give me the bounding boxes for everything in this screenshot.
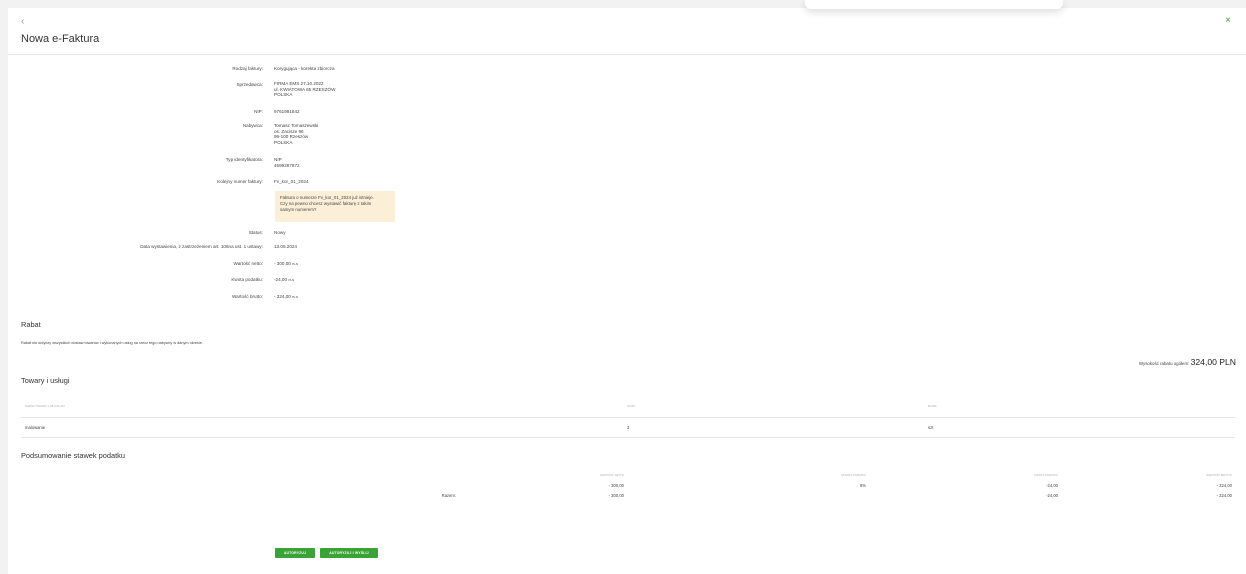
tax-sum-gross: - 324,00 — [1216, 493, 1232, 498]
label-status: Status: — [248, 230, 263, 235]
tax-summary-title: Podsumowanie stawek podatku — [21, 451, 125, 460]
col-header-rate: STAWKA PODATKU — [841, 474, 866, 477]
warning-line: samym numerem? — [280, 207, 317, 212]
tax-row-tax: -24,00 — [1046, 483, 1058, 488]
currency-label: PLN — [292, 262, 298, 266]
buyer-line: POLSKA — [274, 139, 293, 145]
id-type-line: 4599287872 — [274, 162, 300, 168]
label-gross-value: Wartość brutto: — [232, 294, 263, 299]
label-net-value: Wartość netto: — [233, 261, 263, 266]
label-invoice-number: Kolejny numer faktury: — [217, 179, 263, 184]
label-id-type: Typ identyfikatora: — [225, 157, 263, 162]
nip-value: 9761991842 — [274, 109, 300, 114]
rabat-section-title: Rabat — [21, 320, 41, 329]
net-value: - 300,00 PLN — [274, 261, 298, 268]
buyer-line: Tomasz Tomaszewski — [274, 123, 319, 128]
goods-section-title: Towary i usługi — [21, 376, 70, 385]
label-invoice-type: Rodzaj faktury: — [232, 66, 263, 71]
tax-amount: -24,00 — [274, 277, 288, 282]
tax-sum-net: - 300,00 — [608, 493, 624, 498]
col-header-gross: WARTOŚĆ BRUTTO — [1206, 474, 1232, 477]
currency-label: PLN — [288, 278, 295, 282]
invoice-type-value: Korygująca - korekta zbiorcza — [274, 66, 335, 71]
tax-value: -24,00 PLN — [274, 277, 294, 284]
table-divider — [21, 437, 1235, 438]
seller-line: POLSKA — [274, 92, 293, 98]
label-tax-amount: Kwota podatku: — [231, 277, 263, 282]
gross-amount: - 324,00 — [274, 294, 291, 299]
rabat-total: Wysokość rabatu ogółem: 324,00 PLN — [1139, 357, 1236, 367]
table-divider — [21, 417, 1235, 418]
tax-row-rate: 8% — [859, 483, 866, 488]
buyer-value: Tomasz Tomaszewski os. Zacisze 96 99-100… — [274, 123, 318, 145]
invoice-number-value: Fv_kor_01_2024 — [274, 179, 309, 184]
goods-name-cell: malowanie — [25, 425, 46, 430]
main-card — [8, 8, 1246, 574]
dropdown-shadow — [805, 0, 1063, 9]
gross-value: - 324,00 PLN — [274, 294, 298, 301]
tax-row-net: - 300,00 — [608, 483, 624, 488]
tax-sum-label: Razem: — [441, 493, 456, 498]
label-buyer: Nabywca: — [242, 123, 263, 128]
net-amount: - 300,00 — [274, 261, 291, 266]
authorize-button[interactable]: AUTORYZUJ — [275, 548, 315, 558]
tax-sum-tax: -24,00 — [1046, 493, 1058, 498]
col-header-name: NAZWA TOWARU LUB USŁUGI — [25, 405, 65, 408]
rabat-note: Rabat nie dotyczy wszystkich dostaw towa… — [21, 341, 203, 345]
issue-date-value: 13.05.2024 — [274, 244, 297, 249]
back-icon[interactable]: ‹ — [21, 17, 24, 27]
close-icon[interactable]: × — [1225, 16, 1231, 26]
label-nip: NIP: — [254, 109, 263, 114]
rabat-total-label: Wysokość rabatu ogółem: — [1138, 361, 1190, 366]
tax-row-gross: - 324,00 — [1216, 483, 1232, 488]
id-type-value: NIP 4599287872 — [274, 157, 300, 168]
col-header-tax: KWOTA PODATKU — [1034, 474, 1058, 477]
label-seller: Sprzedawca: — [236, 82, 263, 87]
status-value: Nowy — [274, 230, 286, 235]
seller-value: FIRMA EMS 27.10.2022 ul. KWIATOWA 65 RZE… — [274, 81, 335, 98]
goods-unit-cell: szt — [928, 425, 934, 430]
header-divider — [8, 54, 1246, 55]
label-issue-date: Data wystawienia, z zastrzeżeniem art. 1… — [140, 244, 263, 249]
authorize-send-button[interactable]: AUTORYZUJ I WYŚLIJ — [320, 548, 378, 558]
col-header-unit: MIARA — [928, 405, 937, 408]
currency-label: PLN — [292, 295, 298, 299]
col-header-net: WARTOŚĆ NETTO — [600, 474, 624, 477]
goods-qty-cell: 3 — [627, 425, 630, 430]
page-title: Nowa e-Faktura — [21, 33, 100, 45]
duplicate-number-warning: Faktura o numerze Fv_kor_01_2024 już ist… — [275, 191, 395, 222]
col-header-qty: ILOŚĆ — [627, 405, 636, 408]
rabat-total-value: 324,00 PLN — [1190, 357, 1236, 367]
